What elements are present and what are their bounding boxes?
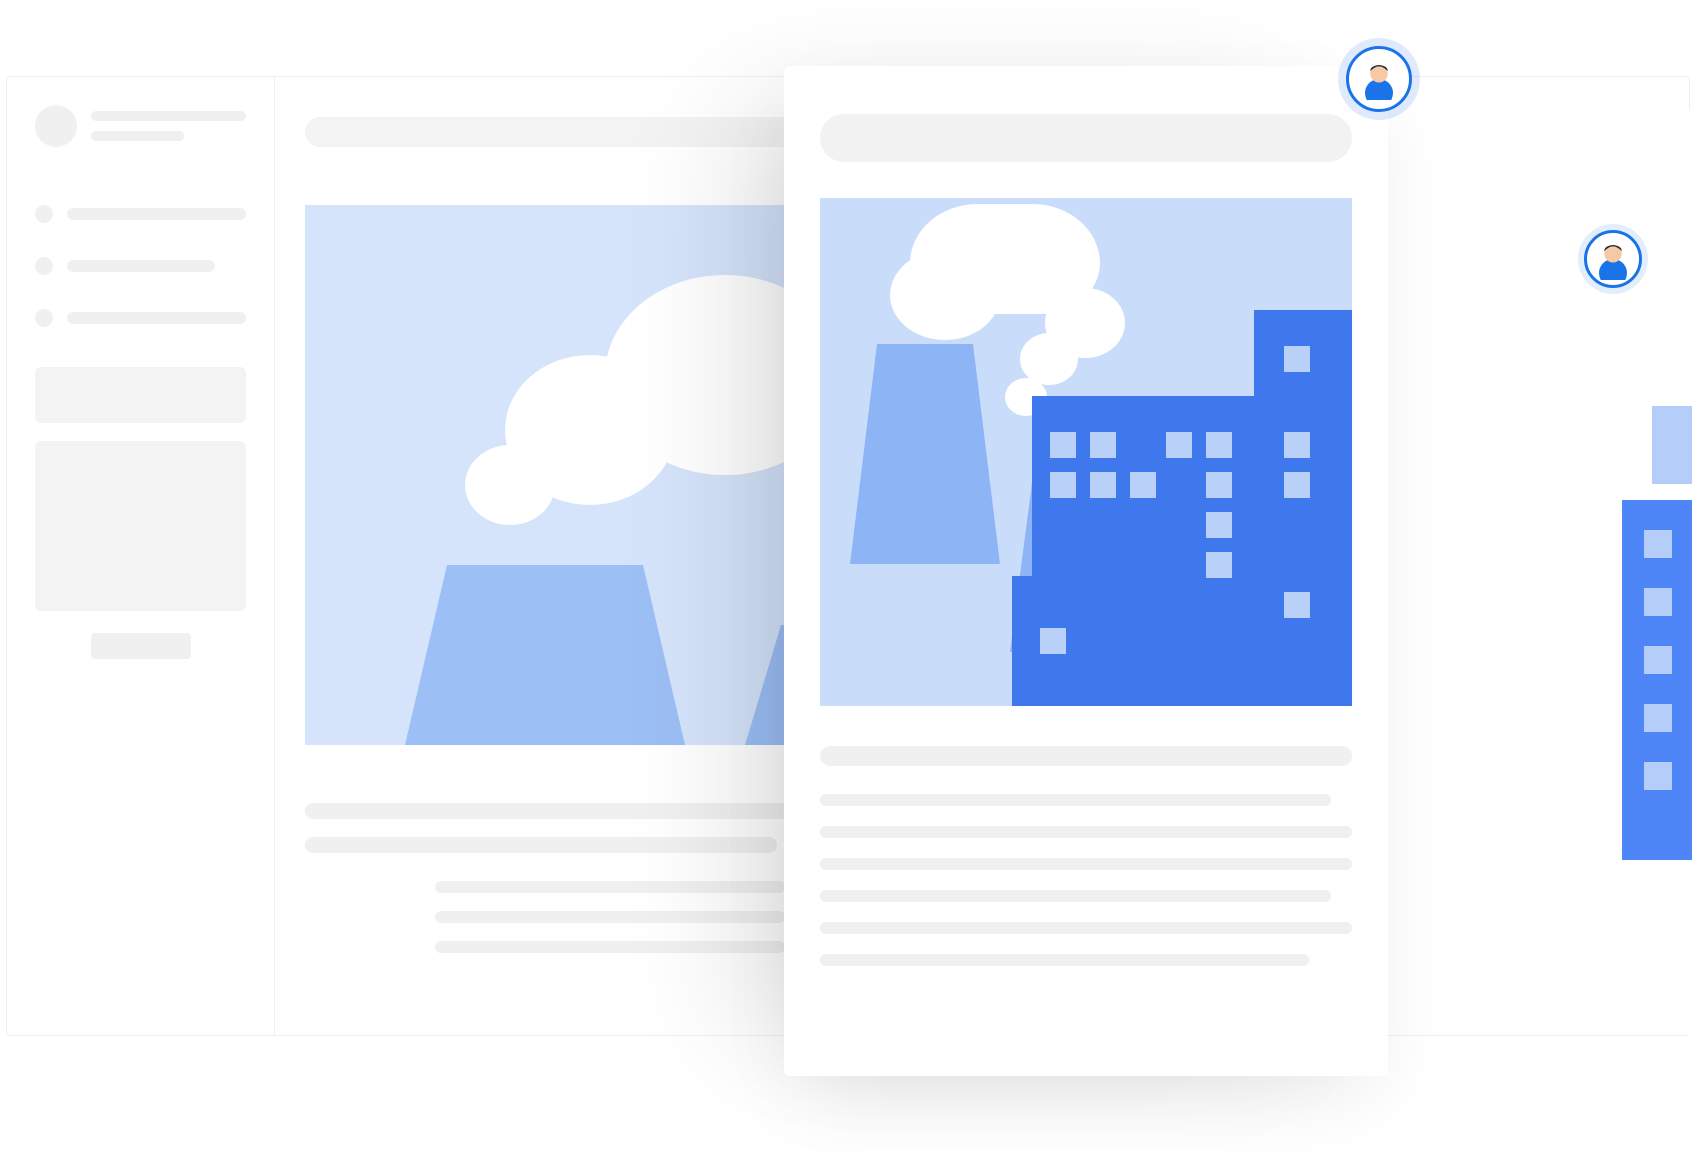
placeholder-line	[305, 837, 777, 853]
placeholder-line	[820, 890, 1331, 902]
placeholder-line	[820, 746, 1352, 766]
article-text-placeholder	[820, 746, 1352, 966]
placeholder-line	[91, 131, 184, 141]
window-icon	[1644, 588, 1672, 616]
cooling-tower-icon	[850, 344, 1000, 564]
placeholder-line	[820, 858, 1352, 870]
window-icon	[1644, 530, 1672, 558]
placeholder-line	[67, 312, 246, 324]
window-icon	[1284, 472, 1310, 498]
bullet-icon	[35, 309, 53, 327]
bullet-icon	[35, 205, 53, 223]
window-icon	[1050, 472, 1076, 498]
cloud-icon	[890, 250, 1000, 340]
window-icon	[1206, 512, 1232, 538]
window-icon	[1644, 646, 1672, 674]
placeholder-line	[435, 941, 785, 953]
sidebar-placeholder	[7, 77, 275, 1035]
placeholder-line	[435, 881, 785, 893]
window-icon	[1206, 472, 1232, 498]
placeholder-line	[91, 111, 246, 121]
profile-text-placeholder	[91, 105, 246, 151]
background-right-card	[1362, 110, 1692, 1034]
placeholder-line	[67, 260, 215, 272]
placeholder-line	[820, 794, 1331, 806]
bullet-icon	[35, 257, 53, 275]
sidebar-card-placeholder	[35, 441, 246, 611]
window-icon	[1130, 472, 1156, 498]
avatar-placeholder-circle	[35, 105, 77, 147]
sidebar-button-placeholder	[91, 633, 191, 659]
placeholder-line	[67, 208, 246, 220]
user-avatar-badge	[1346, 46, 1412, 112]
user-avatar-badge	[1584, 230, 1642, 288]
placeholder-line	[820, 826, 1352, 838]
foreground-article-card	[784, 66, 1388, 1076]
cooling-tower-icon	[405, 565, 685, 745]
window-icon	[1050, 432, 1076, 458]
sidebar-item-placeholder	[35, 309, 246, 327]
sidebar-item-placeholder	[35, 205, 246, 223]
placeholder-line	[820, 922, 1352, 934]
cloud-icon	[465, 445, 555, 525]
user-avatar-icon	[1592, 238, 1634, 280]
window-icon	[1284, 592, 1310, 618]
window-icon	[1206, 552, 1232, 578]
window-icon	[1040, 628, 1066, 654]
window-icon	[1166, 432, 1192, 458]
window-icon	[1090, 432, 1116, 458]
sidebar-card-placeholder	[35, 367, 246, 423]
sidebar-item-placeholder	[35, 257, 246, 275]
window-icon	[1206, 432, 1232, 458]
user-avatar-icon	[1358, 58, 1400, 100]
window-icon	[1284, 432, 1310, 458]
window-icon	[1284, 346, 1310, 372]
building-strip	[1652, 406, 1692, 484]
window-icon	[1644, 762, 1672, 790]
sidebar-profile-placeholder	[35, 105, 246, 151]
hero-illustration	[820, 198, 1352, 706]
search-bar-placeholder	[820, 114, 1352, 162]
placeholder-line	[435, 911, 785, 923]
placeholder-line	[820, 954, 1309, 966]
window-icon	[1090, 472, 1116, 498]
window-icon	[1644, 704, 1672, 732]
